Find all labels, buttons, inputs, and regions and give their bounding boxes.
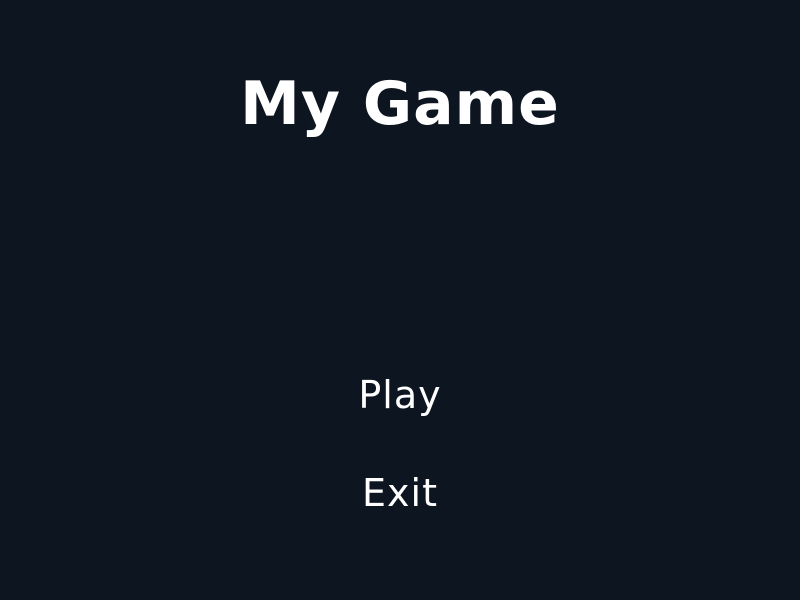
main-menu-screen: My Game Play Exit <box>0 0 800 600</box>
main-menu: Play Exit <box>0 372 800 516</box>
play-button[interactable]: Play <box>350 372 449 418</box>
exit-button[interactable]: Exit <box>354 470 446 516</box>
game-title: My Game <box>240 69 560 139</box>
